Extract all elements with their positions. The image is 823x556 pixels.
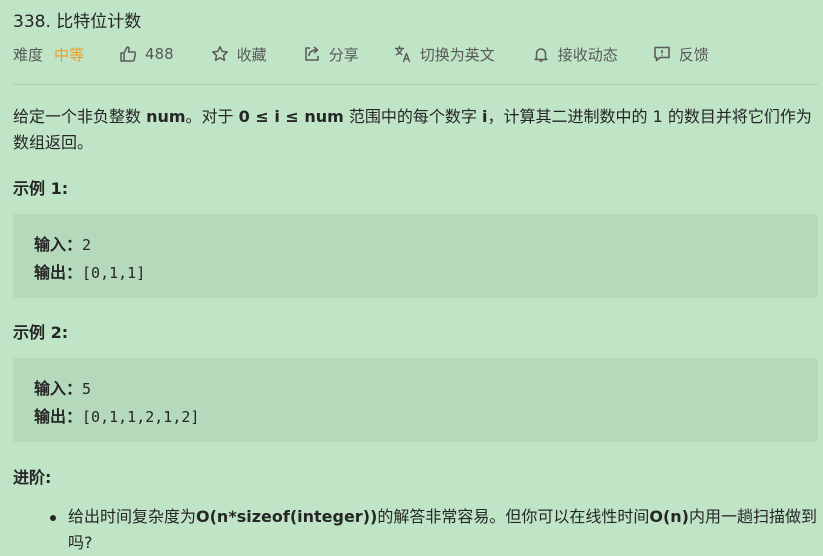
like-button[interactable]: 488 bbox=[119, 45, 174, 63]
difficulty-label: 难度 bbox=[13, 45, 44, 64]
description-range: 0 ≤ i ≤ num bbox=[238, 107, 344, 126]
input-value: 2 bbox=[82, 236, 92, 254]
advanced-complexity: O(n*sizeof(integer)) bbox=[196, 507, 378, 526]
share-label: 分享 bbox=[328, 45, 359, 64]
advanced-text: 给出时间复杂度为 bbox=[68, 507, 197, 526]
example-1-output: 输出：[0,1,1] bbox=[34, 259, 145, 283]
example-2-input: 输入：5 bbox=[34, 375, 91, 399]
example-2-code-block: 输入：5 输出：[0,1,1,2,1,2] bbox=[13, 358, 818, 442]
example-2-heading: 示例 2: bbox=[13, 323, 69, 342]
bullet-dot bbox=[50, 515, 56, 521]
favorite-button[interactable]: 收藏 bbox=[211, 44, 267, 65]
difficulty: 难度 中等 bbox=[13, 44, 84, 65]
divider bbox=[13, 84, 818, 85]
favorite-label: 收藏 bbox=[236, 45, 267, 64]
subscribe-label: 接收动态 bbox=[557, 45, 618, 64]
switch-language-label: 切换为英文 bbox=[419, 45, 495, 64]
switch-language-button[interactable]: 切换为英文 bbox=[394, 44, 495, 65]
output-label: 输出： bbox=[34, 407, 83, 426]
example-1-code-block: 输入：2 输出：[0,1,1] bbox=[13, 214, 818, 298]
likes-count: 488 bbox=[145, 45, 174, 63]
input-label: 输入： bbox=[34, 235, 83, 254]
feedback-icon bbox=[653, 45, 671, 63]
problem-description: 给定一个非负整数 num。对于 0 ≤ i ≤ num 范围中的每个数字 i，计… bbox=[13, 104, 819, 156]
output-value: [0,1,1] bbox=[82, 264, 146, 282]
translate-icon bbox=[394, 45, 412, 63]
input-value: 5 bbox=[82, 380, 92, 398]
difficulty-value: 中等 bbox=[54, 45, 85, 64]
description-text: 。对于 bbox=[185, 107, 239, 126]
description-text: 给定一个非负整数 bbox=[13, 107, 147, 126]
thumbs-up-icon bbox=[119, 45, 137, 63]
subscribe-button[interactable]: 接收动态 bbox=[532, 44, 618, 65]
example-1-input: 输入：2 bbox=[34, 231, 91, 255]
star-icon bbox=[211, 45, 229, 63]
bell-icon bbox=[532, 45, 550, 63]
advanced-heading: 进阶: bbox=[13, 468, 52, 487]
problem-meta-bar: 难度 中等 488 收藏 分享 切换为英文 接收动态 反馈 bbox=[13, 42, 709, 66]
output-value: [0,1,1,2,1,2] bbox=[82, 408, 200, 426]
share-icon bbox=[303, 45, 321, 63]
problem-title: 338. 比特位计数 bbox=[13, 12, 142, 32]
share-button[interactable]: 分享 bbox=[303, 44, 359, 65]
input-label: 输入： bbox=[34, 379, 83, 398]
example-2-output: 输出：[0,1,1,2,1,2] bbox=[34, 403, 199, 427]
description-num: num bbox=[146, 107, 186, 126]
output-label: 输出： bbox=[34, 263, 83, 282]
advanced-complexity: O(n) bbox=[649, 507, 689, 526]
advanced-text: 的解答非常容易。但你可以在线性时间 bbox=[377, 507, 650, 526]
advanced-item: 给出时间复杂度为O(n*sizeof(integer))的解答非常容易。但你可以… bbox=[68, 504, 820, 556]
feedback-label: 反馈 bbox=[678, 45, 709, 64]
feedback-button[interactable]: 反馈 bbox=[653, 44, 709, 65]
example-1-heading: 示例 1: bbox=[13, 179, 69, 198]
description-text: 范围中的每个数字 bbox=[343, 107, 482, 126]
